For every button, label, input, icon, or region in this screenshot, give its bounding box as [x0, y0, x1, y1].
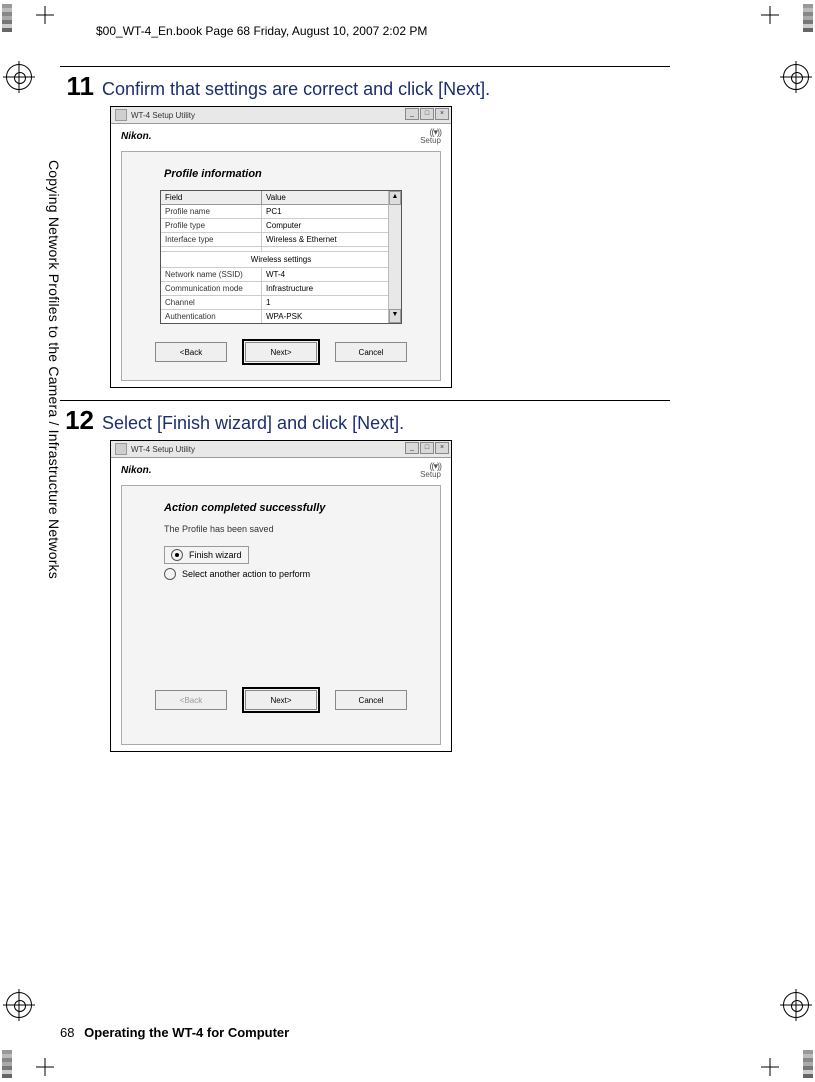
radio-icon	[171, 549, 183, 561]
registration-mark	[6, 992, 32, 1018]
step-number: 12	[60, 407, 94, 433]
profile-info-table: ▲ ▼ Field Value Profile namePC1 Profile …	[160, 190, 402, 324]
setup-logo: Setup	[420, 462, 441, 479]
window-titlebar: WT-4 Setup Utility _ □ ×	[111, 441, 451, 458]
panel-title: Profile information	[164, 168, 424, 180]
setup-logo: Setup	[420, 128, 441, 145]
maximize-icon[interactable]: □	[420, 108, 434, 120]
table-row: Profile typeComputer	[161, 219, 401, 233]
table-row: Profile namePC1	[161, 205, 401, 219]
next-button[interactable]: Next>	[245, 342, 317, 362]
cancel-button[interactable]: Cancel	[335, 342, 407, 362]
table-row: Network name (SSID)WT-4	[161, 268, 401, 282]
maximize-icon[interactable]: □	[420, 442, 434, 454]
step-12: 12 Select [Finish wizard] and click [Nex…	[60, 400, 670, 752]
brand-logo: Nikon.	[121, 131, 152, 142]
color-bar	[2, 1050, 12, 1078]
close-icon[interactable]: ×	[435, 442, 449, 454]
scrollbar[interactable]: ▲ ▼	[388, 191, 401, 323]
page-footer: 68 Operating the WT-4 for Computer	[60, 1025, 289, 1040]
window-titlebar: WT-4 Setup Utility _ □ ×	[111, 107, 451, 124]
next-button[interactable]: Next>	[245, 690, 317, 710]
minimize-icon[interactable]: _	[405, 442, 419, 454]
col-field: Field	[161, 191, 262, 204]
table-row: Communication modeInfrastructure	[161, 282, 401, 296]
page-number: 68	[60, 1025, 74, 1040]
app-icon	[115, 443, 127, 455]
footer-title: Operating the WT-4 for Computer	[84, 1025, 289, 1040]
radio-label: Finish wizard	[189, 550, 242, 560]
color-bar	[2, 4, 12, 32]
close-icon[interactable]: ×	[435, 108, 449, 120]
panel-subtitle: The Profile has been saved	[164, 524, 424, 534]
radio-icon	[164, 568, 176, 580]
registration-mark	[783, 992, 809, 1018]
registration-mark	[783, 64, 809, 90]
color-bar	[803, 4, 813, 32]
back-button: <Back	[155, 690, 227, 710]
crop-mark	[36, 1058, 54, 1076]
back-button[interactable]: <Back	[155, 342, 227, 362]
color-bar	[803, 1050, 813, 1078]
radio-finish-wizard[interactable]: Finish wizard	[164, 546, 249, 564]
table-header: Field Value	[161, 191, 401, 205]
step-number: 11	[60, 73, 94, 99]
screenshot-profile-information: WT-4 Setup Utility _ □ × Nikon. Setup Pr…	[110, 106, 452, 388]
window-title: WT-4 Setup Utility	[131, 445, 195, 454]
panel-title: Action completed successfully	[164, 502, 424, 514]
screenshot-action-completed: WT-4 Setup Utility _ □ × Nikon. Setup Ac…	[110, 440, 452, 752]
table-subheader: Wireless settings	[161, 252, 401, 268]
crop-mark	[761, 6, 779, 24]
crop-mark	[36, 6, 54, 24]
crop-mark	[761, 1058, 779, 1076]
app-icon	[115, 109, 127, 121]
col-value: Value	[262, 191, 290, 204]
minimize-icon[interactable]: _	[405, 108, 419, 120]
scroll-down-icon[interactable]: ▼	[389, 309, 401, 323]
table-row: Channel1	[161, 296, 401, 310]
page-header-line: $00_WT-4_En.book Page 68 Friday, August …	[96, 24, 427, 38]
window-title: WT-4 Setup Utility	[131, 111, 195, 120]
step-instruction: Select [Finish wizard] and click [Next].	[102, 413, 404, 434]
radio-label: Select another action to perform	[182, 569, 310, 579]
brand-logo: Nikon.	[121, 465, 152, 476]
table-row: AuthenticationWPA-PSK	[161, 310, 401, 323]
registration-mark	[6, 64, 32, 90]
table-row: Interface typeWireless & Ethernet	[161, 233, 401, 247]
step-11: 11 Confirm that settings are correct and…	[60, 66, 670, 388]
step-instruction: Confirm that settings are correct and cl…	[102, 79, 490, 100]
scroll-up-icon[interactable]: ▲	[389, 191, 401, 205]
cancel-button[interactable]: Cancel	[335, 690, 407, 710]
radio-select-another[interactable]: Select another action to perform	[164, 568, 424, 580]
